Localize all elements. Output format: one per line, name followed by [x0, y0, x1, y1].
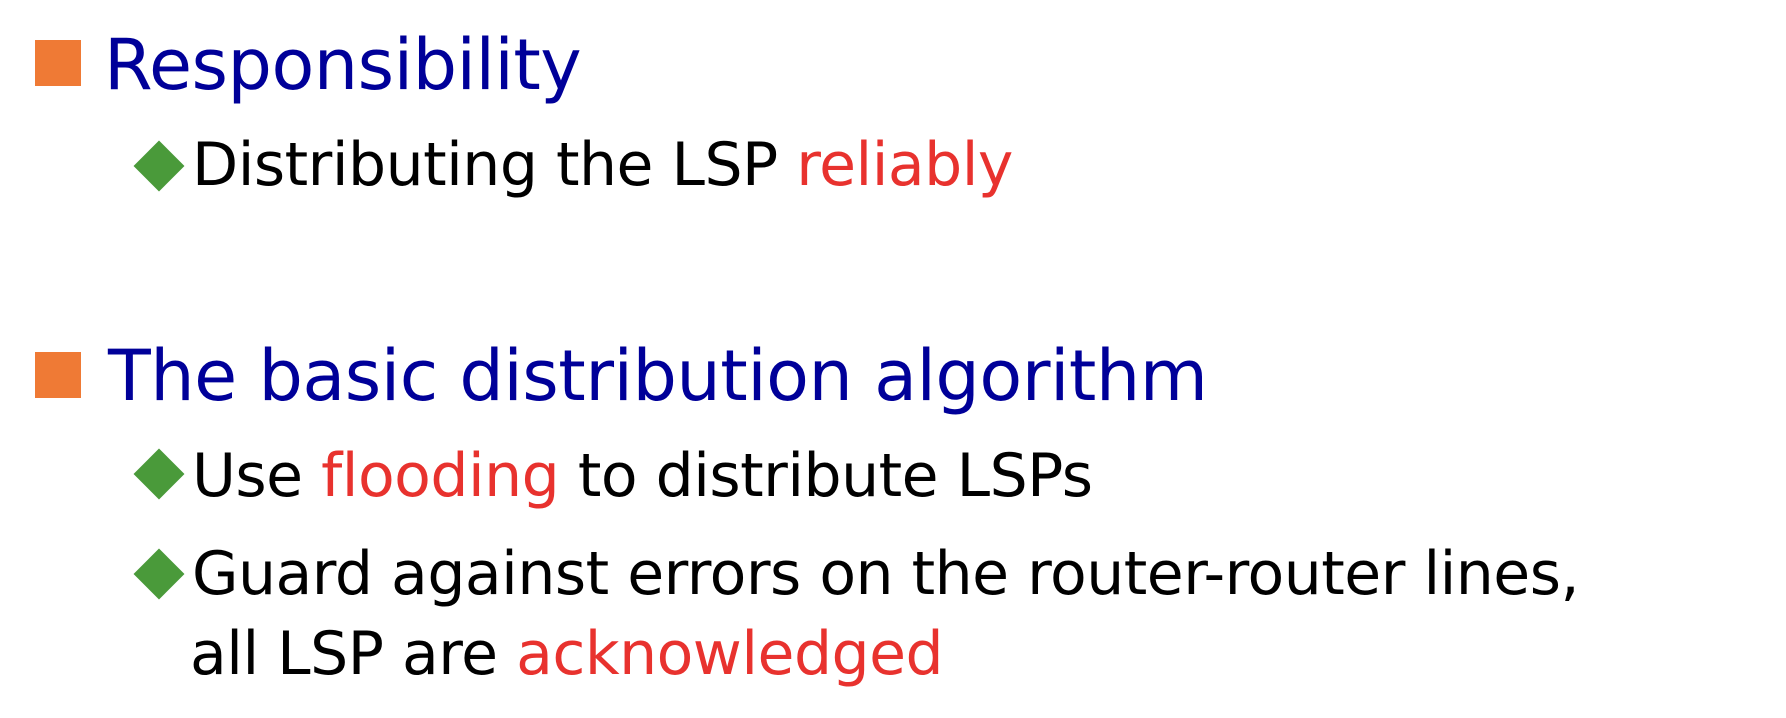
diamond-bullet-icon — [133, 548, 185, 600]
diamond-bullet-icon — [133, 140, 185, 192]
highlight-text: acknowledged — [516, 619, 944, 689]
list-item-text: Distributing the LSP — [192, 130, 797, 200]
diamond-bullet-icon — [133, 448, 185, 500]
highlight-text: flooding — [321, 441, 560, 511]
highlight-text: reliably — [796, 130, 1013, 200]
list-item-text: Use — [192, 441, 322, 511]
list-item-text: to distribute LSPs — [559, 441, 1093, 511]
list-item-distributing-lsp: Distributing the LSP reliably — [192, 135, 1013, 195]
section-heading-algorithm: The basic distribution algorithm — [108, 335, 1208, 417]
list-item-text: all LSP are — [190, 619, 517, 689]
list-item-guard-errors-line1: Guard against errors on the router-route… — [192, 539, 1580, 609]
list-item-use-flooding: Use flooding to distribute LSPs — [192, 446, 1093, 506]
section-heading-responsibility: Responsibility — [104, 24, 582, 106]
list-item-guard-errors-line2: all LSP are acknowledged — [190, 624, 944, 684]
square-bullet-icon — [35, 352, 81, 398]
square-bullet-icon — [35, 40, 81, 86]
